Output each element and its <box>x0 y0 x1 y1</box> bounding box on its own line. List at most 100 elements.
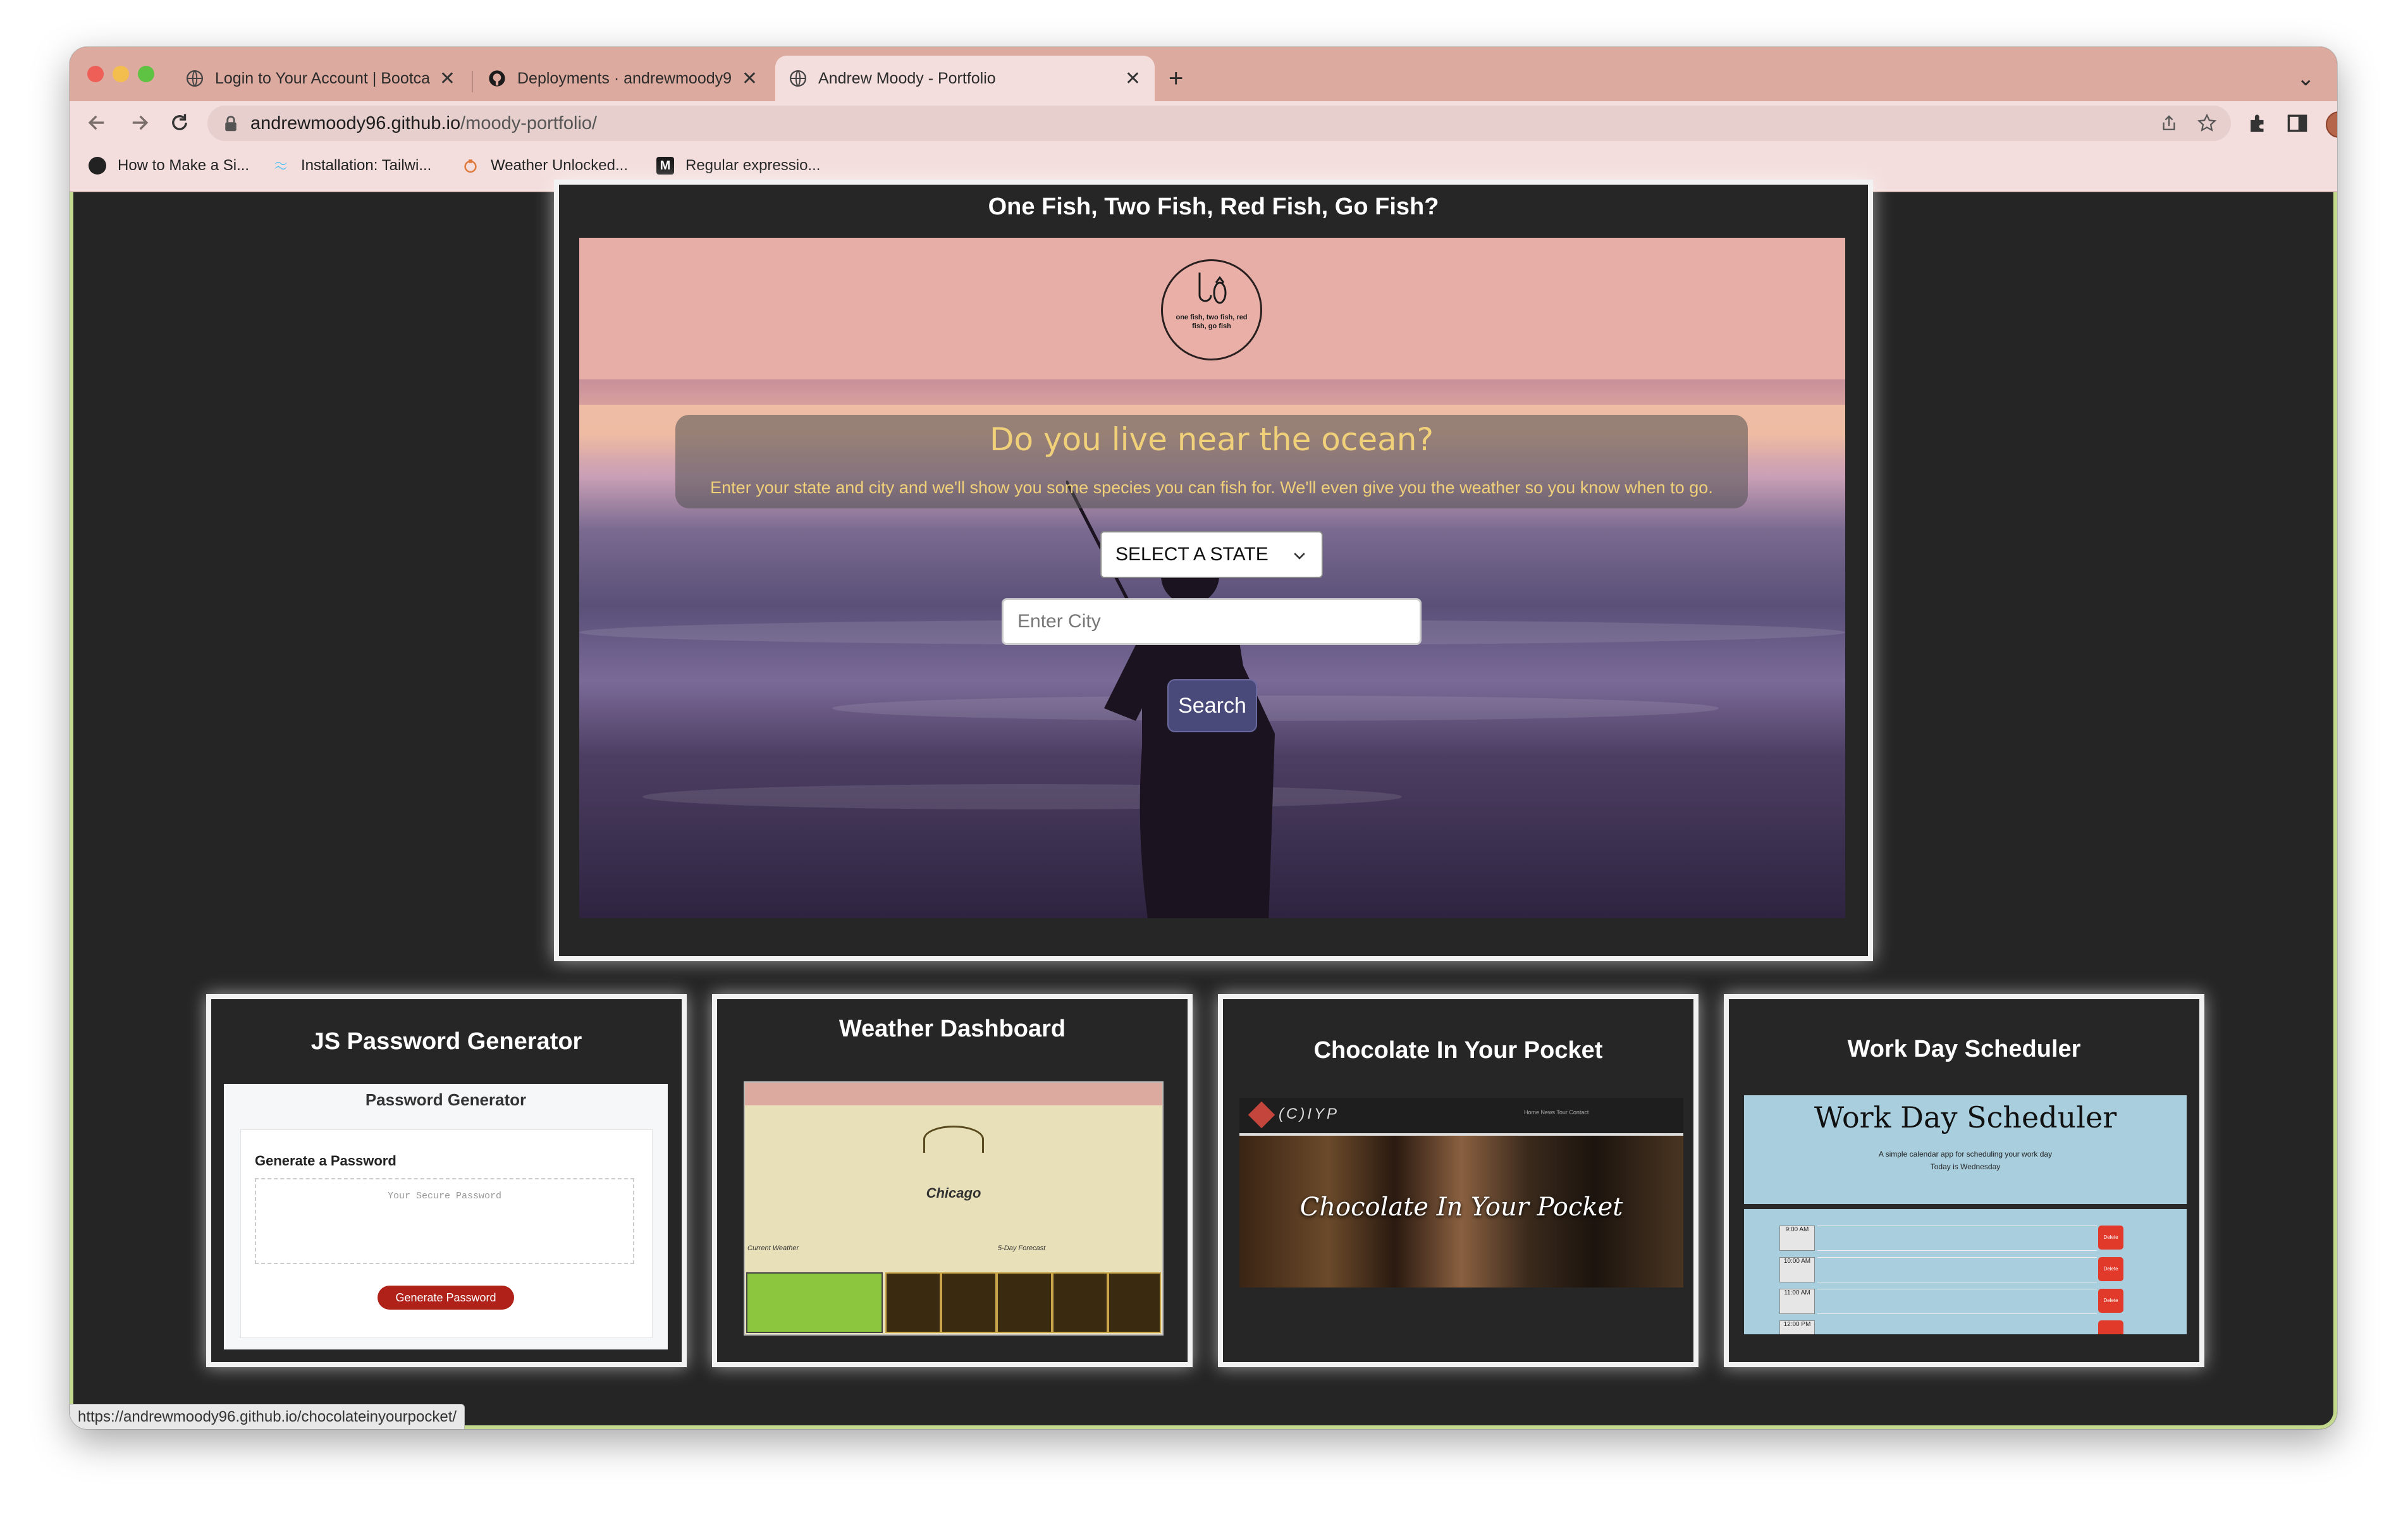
fish-logo: one fish, two fish, red fish, go fish <box>1161 259 1262 360</box>
shot-placeholder: Your Secure Password <box>387 1191 502 1201</box>
featured-project-screenshot[interactable]: one fish, two fish, red fish, go fish Do… <box>579 238 1845 918</box>
shot-delete: Delete <box>2098 1226 2123 1250</box>
shot-browser-bar <box>745 1083 1162 1105</box>
github-icon <box>489 70 505 87</box>
arrow-left-icon <box>88 115 104 130</box>
featured-project-title: One Fish, Two Fish, Red Fish, Go Fish? <box>988 194 1439 220</box>
url-host: andrewmoody96.github.io <box>250 113 461 133</box>
tab-title: Login to Your Account | Bootca <box>215 69 431 87</box>
arrow-right-icon <box>132 115 149 130</box>
sun-logo-icon <box>923 1126 984 1153</box>
globe-icon <box>186 70 204 87</box>
star-icon[interactable] <box>2197 113 2217 133</box>
shot-forecast-day <box>1052 1272 1108 1333</box>
hero-subheading: Enter your state and city and we'll show… <box>710 478 1713 497</box>
tab-close-icon[interactable]: ✕ <box>1125 68 1141 90</box>
tab-strip: Login to Your Account | Bootca ✕ Deploym… <box>70 47 2337 101</box>
chevron-down-icon: ⌄ <box>2297 66 2315 90</box>
project-title: Work Day Scheduler <box>1847 1036 2081 1062</box>
shot-brand: (C)IYP <box>1279 1105 1339 1122</box>
project-screenshot: Work Day Scheduler A simple calendar app… <box>1744 1095 2187 1334</box>
plus-icon: + <box>1169 64 1184 92</box>
shot-heading: Work Day Scheduler <box>1814 1100 2117 1134</box>
share-icon[interactable] <box>2160 114 2178 132</box>
reload-button[interactable] <box>167 110 192 135</box>
project-screenshot: (C)IYP Home News Tour Contact Chocolate … <box>1239 1098 1683 1287</box>
url-text: andrewmoody96.github.io/moody-portfolio/ <box>250 113 597 134</box>
project-card-weather-dashboard[interactable]: Weather Dashboard Chicago Current Weathe… <box>712 994 1193 1367</box>
globe-icon <box>789 70 807 87</box>
side-panel-icon[interactable] <box>2287 113 2308 134</box>
shot-delete: Delete <box>2098 1257 2123 1281</box>
shot-hour: 9:00 AM <box>1779 1226 1815 1251</box>
shot-line2: Today is Wednesday <box>1930 1162 2001 1171</box>
shot-row <box>1817 1289 2097 1314</box>
back-button[interactable] <box>85 110 110 135</box>
shot-hero-text: Chocolate In Your Pocket <box>1299 1193 1623 1222</box>
bookmark-label: How to Make a Si... <box>118 157 250 174</box>
browser-toolbar: andrewmoody96.github.io/moody-portfolio/ <box>70 101 2337 145</box>
shot-subheading: Generate a Password <box>255 1153 396 1169</box>
tab-login[interactable]: Login to Your Account | Bootca ✕ <box>172 56 469 101</box>
close-window-button[interactable] <box>87 66 104 82</box>
state-select[interactable]: SELECT A STATE <box>1100 531 1323 578</box>
project-title: JS Password Generator <box>310 1028 582 1055</box>
tab-deployments[interactable]: Deployments · andrewmoody9 ✕ <box>474 56 771 101</box>
link-status-bar: https://andrewmoody96.github.io/chocolat… <box>70 1404 465 1429</box>
chocolate-logo-icon <box>1248 1101 1275 1129</box>
tab-close-icon[interactable]: ✕ <box>742 68 758 90</box>
url-path: /moody-portfolio/ <box>460 113 598 133</box>
featured-project-card[interactable]: One Fish, Two Fish, Red Fish, Go Fish? o… <box>554 180 1873 961</box>
shot-nav: Home News Tour Contact <box>1524 1109 1589 1115</box>
new-tab-button[interactable]: + <box>1155 56 1199 101</box>
search-button[interactable]: Search <box>1167 679 1257 732</box>
tab-title: Andrew Moody - Portfolio <box>818 69 996 87</box>
bookmark-weather-unlocked[interactable]: Weather Unlocked... <box>462 157 628 175</box>
project-title: Weather Dashboard <box>838 1016 1066 1042</box>
shot-forecast-day <box>1108 1272 1161 1333</box>
browser-window: Login to Your Account | Bootca ✕ Deploym… <box>70 47 2337 1429</box>
page-viewport: One Fish, Two Fish, Red Fish, Go Fish? o… <box>70 180 2337 1429</box>
shot-row <box>1817 1257 2097 1282</box>
chevron-down-icon <box>1294 553 1305 560</box>
zoom-window-button[interactable] <box>138 66 154 82</box>
shot-hour: 10:00 AM <box>1779 1257 1815 1282</box>
shot-forecast-day <box>997 1272 1052 1333</box>
tailwind-icon <box>274 161 287 170</box>
tab-portfolio[interactable]: Andrew Moody - Portfolio ✕ <box>775 56 1155 101</box>
shot-textarea: Your Secure Password <box>255 1178 634 1264</box>
bookmark-tailwind[interactable]: Installation: Tailwi... <box>272 157 431 175</box>
shot-delete: Delete <box>2098 1289 2123 1313</box>
m-icon: M <box>656 157 674 175</box>
logo-text: one fish, two fish, red fish, go fish <box>1176 314 1248 330</box>
bookmark-regex[interactable]: M Regular expressio... <box>656 157 820 175</box>
tab-search-button[interactable]: ⌄ <box>2283 56 2327 101</box>
site-icon <box>89 157 106 175</box>
shot-heading: Password Generator <box>365 1090 527 1109</box>
tab-close-icon[interactable]: ✕ <box>439 68 455 90</box>
weather-icon <box>464 159 477 173</box>
address-bar[interactable]: andrewmoody96.github.io/moody-portfolio/ <box>207 106 2231 141</box>
avatar[interactable] <box>2326 111 2337 138</box>
reload-icon <box>172 114 187 130</box>
bookmark-how-to-make[interactable]: How to Make a Si... <box>89 157 249 175</box>
minimize-window-button[interactable] <box>113 66 129 82</box>
shot-header: Work Day Scheduler A simple calendar app… <box>1744 1095 2187 1204</box>
shot-forecast-label: 5-Day Forecast <box>998 1244 1046 1252</box>
tab-divider <box>472 71 473 92</box>
bookmark-label: Installation: Tailwi... <box>301 157 432 174</box>
extensions-icon[interactable] <box>2247 113 2269 134</box>
shot-hour: 11:00 AM <box>1779 1289 1815 1314</box>
shot-generate-button: Generate Password <box>378 1286 514 1310</box>
app-header: one fish, two fish, red fish, go fish <box>579 238 1845 379</box>
project-card-work-day-scheduler[interactable]: Work Day Scheduler Work Day Scheduler A … <box>1724 994 2204 1367</box>
tab-title: Deployments · andrewmoody9 <box>517 69 732 87</box>
fishhook-icon <box>1198 273 1227 304</box>
forward-button[interactable] <box>126 110 152 135</box>
project-card-password-generator[interactable]: JS Password Generator Password Generator… <box>206 994 687 1367</box>
shot-hour: 12:00 PM <box>1779 1320 1815 1334</box>
city-input[interactable] <box>1002 598 1422 645</box>
project-title: Chocolate In Your Pocket <box>1313 1037 1603 1064</box>
hero-banner: Do you live near the ocean? Enter your s… <box>675 415 1748 508</box>
project-card-chocolate-in-your-pocket[interactable]: Chocolate In Your Pocket (C)IYP Home New… <box>1218 994 1698 1367</box>
